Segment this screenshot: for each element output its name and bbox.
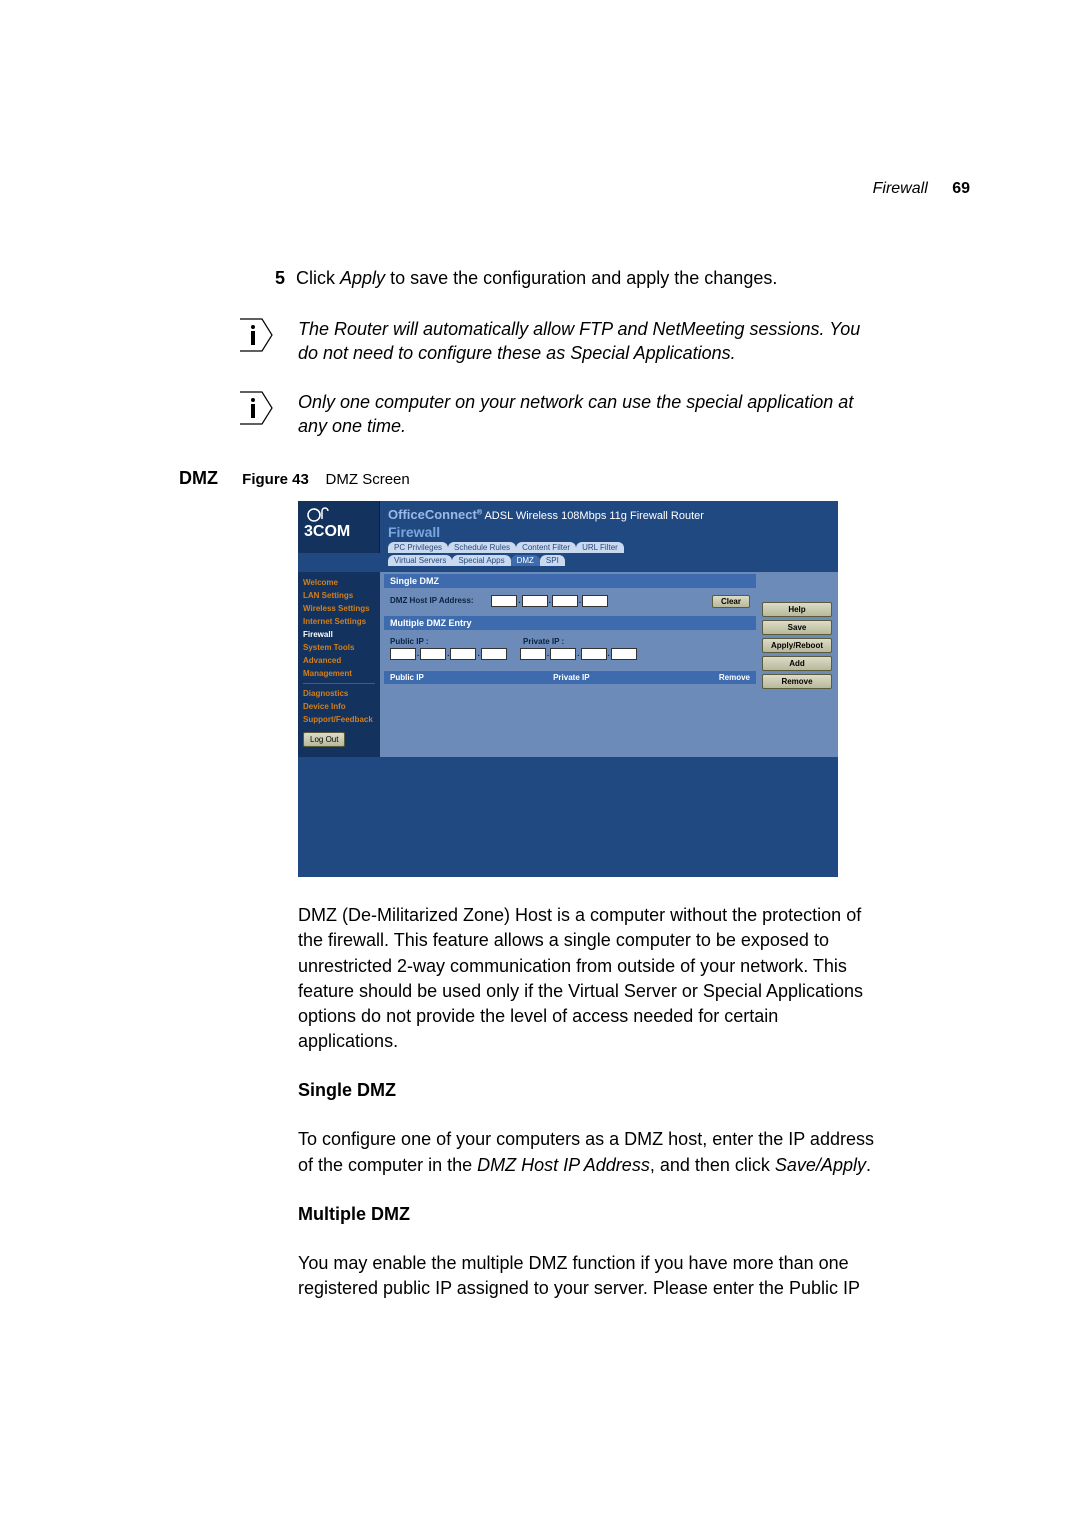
nav-sidebar: Welcome LAN Settings Wireless Settings I… <box>298 572 380 757</box>
clear-button[interactable]: Clear <box>712 595 750 608</box>
dmz-ip-octet-1[interactable] <box>491 595 517 607</box>
nav-advanced[interactable]: Advanced <box>303 654 375 667</box>
tab-pc-privileges[interactable]: PC Privileges <box>388 542 448 553</box>
tab-schedule-rules[interactable]: Schedule Rules <box>448 542 516 553</box>
running-head-section: Firewall <box>873 180 928 197</box>
private-ip-octet-1[interactable] <box>520 648 546 660</box>
nav-firewall[interactable]: Firewall <box>303 628 375 641</box>
info-note-2: Only one computer on your network can us… <box>238 390 980 439</box>
tab-dmz[interactable]: DMZ <box>511 555 540 566</box>
nav-diagnostics[interactable]: Diagnostics <box>303 687 375 700</box>
col-remove: Remove <box>719 673 750 682</box>
tab-spi[interactable]: SPI <box>540 555 565 566</box>
apply-reboot-button[interactable]: Apply/Reboot <box>762 638 832 653</box>
add-button[interactable]: Add <box>762 656 832 671</box>
tab-special-apps[interactable]: Special Apps <box>452 555 510 566</box>
nav-device-info[interactable]: Device Info <box>303 700 375 713</box>
nav-wireless-settings[interactable]: Wireless Settings <box>303 602 375 615</box>
info-note-1: The Router will automatically allow FTP … <box>238 317 980 366</box>
private-ip-octet-4[interactable] <box>611 648 637 660</box>
multiple-dmz-row: Public IP : Private IP : <box>390 637 750 646</box>
save-button[interactable]: Save <box>762 620 832 635</box>
brand-officeconnect: OfficeConnect <box>388 507 477 522</box>
nav-welcome[interactable]: Welcome <box>303 576 375 589</box>
dmz-ip-octet-3[interactable] <box>552 595 578 607</box>
logo-text: 3COM <box>304 523 350 540</box>
single-dmz-heading: Single DMZ <box>298 1080 980 1101</box>
multiple-dmz-paragraph: You may enable the multiple DMZ function… <box>298 1251 878 1301</box>
step-text-prefix: Click <box>296 268 340 288</box>
nav-support-feedback[interactable]: Support/Feedback <box>303 713 375 726</box>
tab-virtual-servers[interactable]: Virtual Servers <box>388 555 452 566</box>
apply-button-ref: Apply <box>340 268 385 288</box>
screen-title: Firewall <box>388 524 704 540</box>
nav-management[interactable]: Management <box>303 667 375 680</box>
side-heading-dmz: DMZ <box>100 468 238 489</box>
public-ip-octet-4[interactable] <box>481 648 507 660</box>
dmz-ip-octet-2[interactable] <box>522 595 548 607</box>
dmz-host-ip-ref: DMZ Host IP Address <box>477 1155 650 1175</box>
nav-internet-settings[interactable]: Internet Settings <box>303 615 375 628</box>
private-ip-label: Private IP : <box>523 637 564 646</box>
private-ip-octet-3[interactable] <box>581 648 607 660</box>
dmz-table-header: Public IP Private IP Remove <box>384 671 756 684</box>
tab-url-filter[interactable]: URL Filter <box>576 542 624 553</box>
private-ip-octet-2[interactable] <box>550 648 576 660</box>
col-private-ip: Private IP <box>553 673 589 682</box>
remove-button[interactable]: Remove <box>762 674 832 689</box>
figure-caption: DMZ Screen <box>326 471 410 488</box>
running-head: Firewall 69 <box>100 180 980 198</box>
product-name: ADSL Wireless 108Mbps 11g Firewall Route… <box>484 510 703 522</box>
dmz-description: DMZ (De-Militarized Zone) Host is a comp… <box>298 903 878 1054</box>
nav-system-tools[interactable]: System Tools <box>303 641 375 654</box>
single-dmz-panel-title: Single DMZ <box>384 574 756 588</box>
step-text-suffix: to save the configuration and apply the … <box>385 268 777 288</box>
tab-row-1: PC PrivilegesSchedule RulesContent Filte… <box>388 540 704 553</box>
dmz-host-ip-label: DMZ Host IP Address: <box>390 596 474 605</box>
tab-content-filter[interactable]: Content Filter <box>516 542 576 553</box>
figure-caption-row: DMZ Figure 43 DMZ Screen <box>100 468 980 489</box>
product-line: OfficeConnect® ADSL Wireless 108Mbps 11g… <box>388 507 704 522</box>
info-icon <box>238 390 278 431</box>
multiple-dmz-panel-title: Multiple DMZ Entry <box>384 616 756 630</box>
col-public-ip: Public IP <box>390 673 424 682</box>
dmz-host-ip-row: DMZ Host IP Address: ... Clear <box>390 595 750 607</box>
public-ip-octet-2[interactable] <box>420 648 446 660</box>
step-5: 5 Click Apply to save the configuration … <box>275 268 980 289</box>
dmz-screenshot: 3COM OfficeConnect® ADSL Wireless 108Mbp… <box>298 501 838 877</box>
logo-3com: 3COM <box>298 501 380 553</box>
public-ip-label: Public IP : <box>390 637 429 646</box>
step-number: 5 <box>275 268 285 288</box>
public-ip-octet-3[interactable] <box>450 648 476 660</box>
single-dmz-paragraph: To configure one of your computers as a … <box>298 1127 878 1177</box>
dmz-ip-octet-4[interactable] <box>582 595 608 607</box>
save-apply-ref: Save/Apply <box>775 1155 866 1175</box>
nav-lan-settings[interactable]: LAN Settings <box>303 589 375 602</box>
running-head-page: 69 <box>952 180 970 197</box>
figure-label: Figure 43 <box>242 471 309 488</box>
logout-button[interactable]: Log Out <box>303 732 345 747</box>
info-note-2-text: Only one computer on your network can us… <box>298 390 868 439</box>
info-icon <box>238 317 278 358</box>
multiple-dmz-heading: Multiple DMZ <box>298 1204 980 1225</box>
public-ip-octet-1[interactable] <box>390 648 416 660</box>
info-note-1-text: The Router will automatically allow FTP … <box>298 317 868 366</box>
tab-row-2: Virtual ServersSpecial AppsDMZSPI <box>388 553 704 566</box>
help-button[interactable]: Help <box>762 602 832 617</box>
